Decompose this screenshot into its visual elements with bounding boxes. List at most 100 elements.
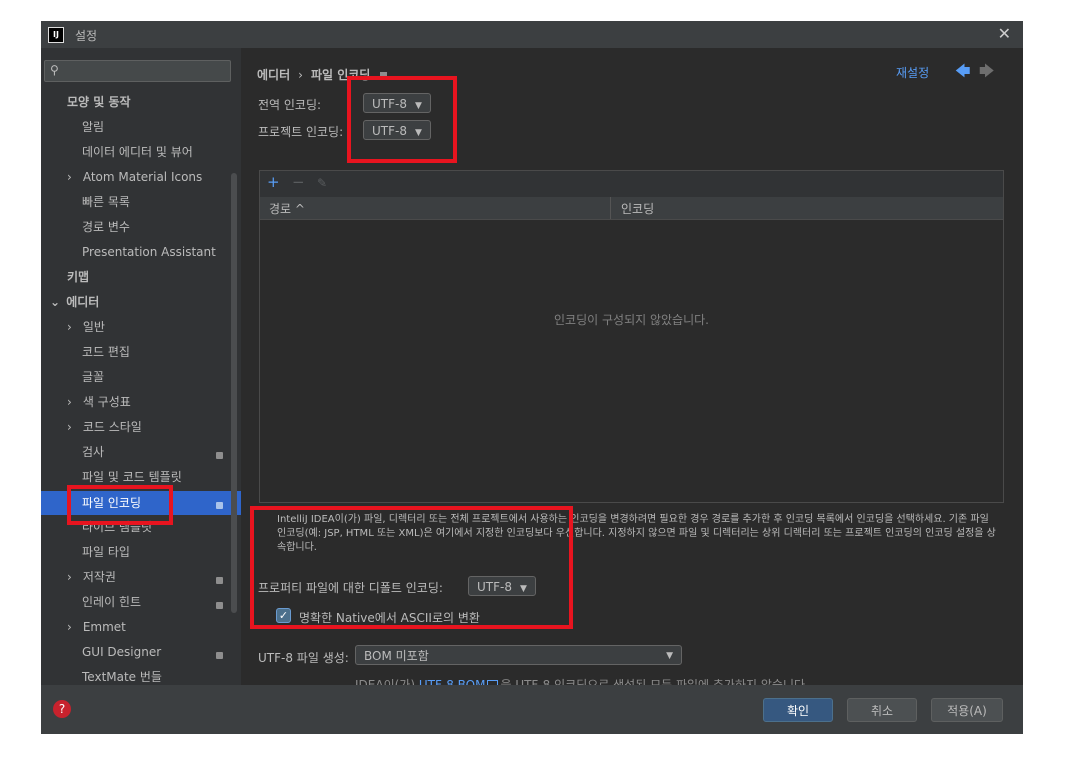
sidebar-item-label: Atom Material Icons bbox=[82, 170, 203, 184]
close-icon[interactable]: ✕ bbox=[998, 24, 1011, 43]
column-header-path[interactable]: 경로 ^ bbox=[269, 200, 305, 217]
edit-icon[interactable]: ✎ bbox=[317, 176, 327, 190]
dropdown-arrow-icon: ▼ bbox=[414, 101, 422, 111]
bom-label: UTF-8 파일 생성: bbox=[258, 651, 349, 665]
sidebar-item-label: 코드 편집 bbox=[82, 345, 130, 359]
sidebar-item-label: 파일 및 코드 템플릿 bbox=[82, 470, 182, 484]
sidebar-item-font[interactable]: 글꼴 bbox=[82, 365, 104, 389]
sidebar-item-label: 에디터 bbox=[66, 295, 100, 309]
title-bar: IJ 설정 ✕ bbox=[41, 21, 1023, 48]
table-header: 경로 ^ 인코딩 bbox=[260, 197, 1003, 220]
file-encodings-panel: 에디터 › 파일 인코딩 재설정 🡄 🡆 전역 인코딩: UTF-8 ▼ 프로젝트 인… bbox=[241, 48, 1023, 692]
sidebar-item-copyright[interactable]: › 저작권 bbox=[67, 565, 116, 589]
global-encoding-select[interactable]: UTF-8 ▼ bbox=[363, 93, 431, 113]
sidebar-item-emmet[interactable]: › Emmet bbox=[67, 615, 126, 639]
global-encoding-value: UTF-8 bbox=[372, 97, 407, 111]
sidebar-item-data-editor[interactable]: 데이터 에디터 및 뷰어 bbox=[82, 140, 193, 164]
sidebar-item-label: 알림 bbox=[82, 120, 105, 134]
sidebar-item-label: 경로 변수 bbox=[82, 220, 130, 234]
breadcrumb-current: 파일 인코딩 bbox=[310, 68, 371, 82]
sidebar-item-live-templates[interactable]: 라이브 템플릿 bbox=[82, 515, 152, 539]
sidebar-item-quick-lists[interactable]: 빠른 목록 bbox=[82, 190, 130, 214]
project-encoding-label: 프로젝트 인코딩: bbox=[258, 125, 344, 139]
bom-select[interactable]: BOM 미포함 ▼ bbox=[355, 645, 682, 665]
sidebar-item-path-variables[interactable]: 경로 변수 bbox=[82, 215, 130, 239]
sidebar-item-atom-icons[interactable]: › Atom Material Icons bbox=[67, 165, 202, 189]
project-badge-icon bbox=[216, 577, 223, 584]
back-arrow-icon[interactable]: 🡄 bbox=[955, 61, 971, 86]
help-icon[interactable]: ? bbox=[53, 700, 71, 718]
search-icon: ⚲ bbox=[50, 63, 59, 77]
chevron-right-icon: › bbox=[67, 620, 72, 634]
sidebar-item-label: 라이브 템플릿 bbox=[82, 520, 153, 534]
forward-arrow-icon[interactable]: 🡆 bbox=[979, 61, 995, 86]
sidebar-item-label: 일반 bbox=[82, 320, 105, 334]
column-header-encoding[interactable]: 인코딩 bbox=[621, 200, 654, 217]
search-input[interactable]: ⚲ bbox=[44, 60, 231, 82]
native-to-ascii-checkbox[interactable]: ✓ bbox=[276, 608, 291, 623]
sidebar-scrollbar[interactable] bbox=[231, 173, 237, 613]
sidebar-item-keymap[interactable]: 키맵 bbox=[67, 265, 89, 289]
sidebar-item-file-encodings[interactable]: 파일 인코딩 bbox=[41, 491, 241, 515]
info-text: IntelliJ IDEA이(가) 파일, 디렉터리 또는 전체 프로젝트에서 … bbox=[277, 514, 996, 553]
sidebar-item-label: 데이터 에디터 및 뷰어 bbox=[82, 145, 193, 159]
chevron-right-icon: › bbox=[67, 420, 72, 434]
sidebar-item-textmate-bundles[interactable]: TextMate 번들 bbox=[82, 665, 162, 685]
sidebar-item-code-editing[interactable]: 코드 편집 bbox=[82, 340, 130, 364]
project-encoding-select[interactable]: UTF-8 ▼ bbox=[363, 120, 431, 140]
sidebar-item-notifications[interactable]: 알림 bbox=[82, 115, 104, 139]
sidebar-item-inlay-hints[interactable]: 인레이 힌트 bbox=[82, 590, 141, 614]
sidebar-item-color-scheme[interactable]: › 색 구성표 bbox=[67, 390, 131, 414]
sidebar-item-label: 파일 인코딩 bbox=[82, 496, 142, 510]
breadcrumb: 에디터 › 파일 인코딩 bbox=[257, 66, 388, 83]
project-badge-icon bbox=[380, 72, 388, 79]
sidebar-item-file-types[interactable]: 파일 타입 bbox=[82, 540, 130, 564]
dropdown-arrow-icon: ▼ bbox=[519, 584, 527, 594]
sidebar-item-label: 코드 스타일 bbox=[82, 420, 142, 434]
reset-link[interactable]: 재설정 bbox=[896, 64, 929, 81]
sidebar-item-label: 빠른 목록 bbox=[82, 195, 130, 209]
chevron-right-icon: › bbox=[67, 395, 72, 409]
chevron-down-icon: ⌄ bbox=[50, 295, 61, 309]
project-badge-icon bbox=[216, 452, 223, 459]
sidebar-item-label: 저작권 bbox=[82, 570, 116, 584]
sidebar-item-label: 파일 타입 bbox=[82, 545, 130, 559]
breadcrumb-parent[interactable]: 에디터 bbox=[257, 68, 290, 82]
sidebar-item-general[interactable]: › 일반 bbox=[67, 315, 105, 339]
chevron-right-icon: › bbox=[67, 570, 72, 584]
cancel-button[interactable]: 취소 bbox=[847, 698, 917, 722]
apply-button[interactable]: 적용(A) bbox=[931, 698, 1003, 722]
sidebar-item-inspections[interactable]: 검사 bbox=[82, 440, 104, 464]
settings-window: IJ 설정 ✕ ⚲ 모양 및 동작 알림 데이터 에디터 및 뷰어 › Atom… bbox=[41, 21, 1023, 734]
sidebar-item-label: 인레이 힌트 bbox=[82, 595, 142, 609]
column-divider bbox=[610, 197, 611, 219]
sidebar-item-label: 글꼴 bbox=[82, 370, 105, 384]
project-badge-icon bbox=[216, 652, 223, 659]
properties-encoding-select[interactable]: UTF-8 ▼ bbox=[468, 576, 536, 596]
project-badge-icon bbox=[216, 502, 223, 509]
properties-encoding-value: UTF-8 bbox=[477, 580, 512, 594]
project-badge-icon bbox=[216, 602, 223, 609]
bom-value: BOM 미포함 bbox=[364, 649, 429, 663]
ok-button[interactable]: 확인 bbox=[763, 698, 833, 722]
chevron-right-icon: › bbox=[67, 320, 72, 334]
sidebar-item-label: 색 구성표 bbox=[82, 395, 131, 409]
native-to-ascii-label: 명확한 Native에서 ASCII로의 변환 bbox=[299, 611, 480, 625]
window-title: 설정 bbox=[75, 29, 98, 43]
sidebar-item-code-style[interactable]: › 코드 스타일 bbox=[67, 415, 142, 439]
sidebar-item-file-templates[interactable]: 파일 및 코드 템플릿 bbox=[82, 465, 182, 489]
remove-icon[interactable]: − bbox=[292, 173, 305, 191]
sidebar-item-label: Emmet bbox=[82, 620, 126, 634]
sidebar-item-label: TextMate 번들 bbox=[82, 670, 162, 684]
settings-sidebar: ⚲ 모양 및 동작 알림 데이터 에디터 및 뷰어 › Atom Materia… bbox=[41, 48, 241, 685]
sidebar-item-gui-designer[interactable]: GUI Designer bbox=[82, 640, 161, 664]
dropdown-arrow-icon: ▼ bbox=[414, 128, 422, 138]
table-toolbar: + − ✎ bbox=[260, 171, 1003, 197]
encoding-mappings-table: + − ✎ 경로 ^ 인코딩 인코딩이 구성되지 않았습니다. bbox=[259, 170, 1004, 503]
project-encoding-value: UTF-8 bbox=[372, 124, 407, 138]
sidebar-item-editor[interactable]: ⌄ 에디터 bbox=[50, 290, 99, 314]
sidebar-item-appearance[interactable]: 모양 및 동작 bbox=[67, 90, 131, 114]
sidebar-item-presentation-assistant[interactable]: Presentation Assistant bbox=[82, 240, 216, 264]
intellij-icon: IJ bbox=[48, 27, 64, 43]
add-icon[interactable]: + bbox=[267, 173, 280, 191]
